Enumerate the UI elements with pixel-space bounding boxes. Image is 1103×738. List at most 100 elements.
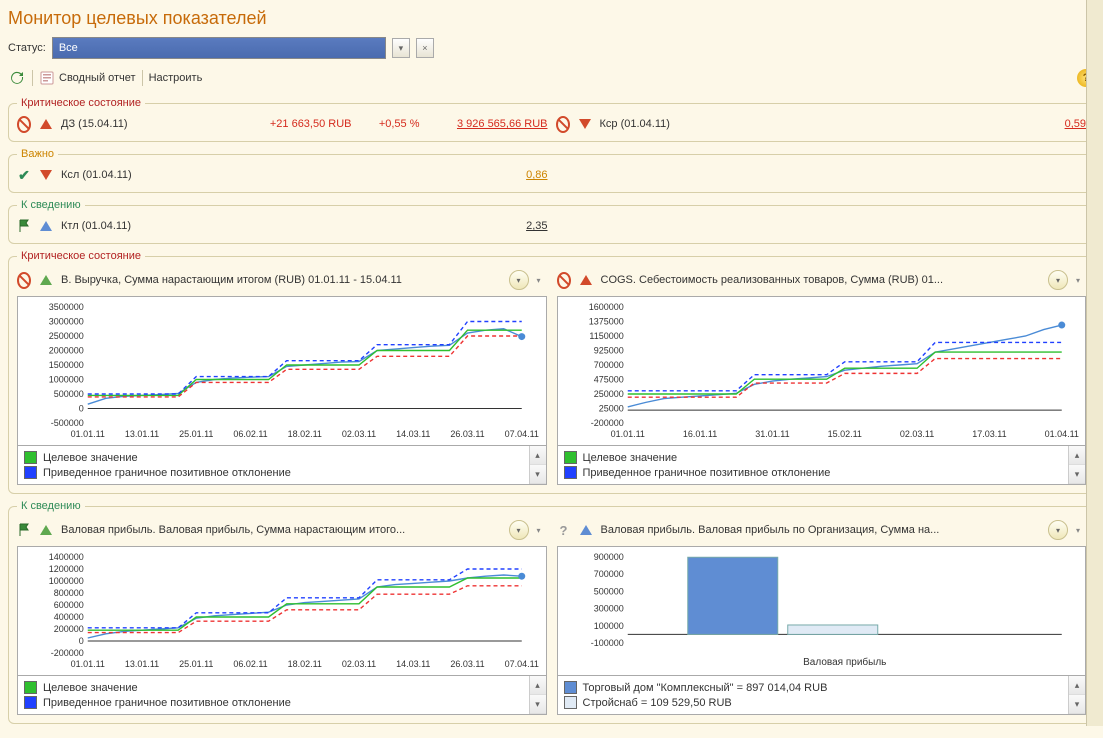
chart-area: -200000020000040000060000080000010000001… [17, 546, 547, 676]
flag-icon [17, 219, 31, 233]
legend-swatch [564, 696, 577, 709]
legend-label: Приведенное граничное позитивное отклоне… [43, 697, 291, 709]
triangle-up-red-icon [39, 117, 53, 131]
svg-text:800000: 800000 [54, 588, 84, 598]
chart-title: COGS. Себестоимость реализованных товаро… [601, 274, 944, 286]
svg-text:01.01.11: 01.01.11 [610, 429, 644, 439]
stop-icon [556, 117, 570, 131]
triangle-up-blue-icon [579, 523, 593, 537]
svg-text:400000: 400000 [54, 612, 84, 622]
status-select[interactable]: Все [52, 37, 386, 59]
question-icon: ? [557, 523, 571, 537]
legend-scroll-up[interactable]: ▴ [530, 446, 546, 465]
legend-scroll-down[interactable]: ▾ [530, 465, 546, 484]
legend-swatch [564, 681, 577, 694]
legend-swatch [564, 451, 577, 464]
svg-text:1200000: 1200000 [49, 564, 84, 574]
svg-text:500000: 500000 [54, 389, 84, 399]
legend-scroll-up[interactable]: ▴ [1069, 446, 1085, 465]
stop-icon [17, 273, 31, 287]
triangle-down-red-icon [578, 117, 592, 131]
chart-menu-button[interactable]: ▾ [1048, 270, 1068, 290]
svg-text:250000: 250000 [593, 389, 623, 399]
status-clear-button[interactable]: × [416, 38, 434, 58]
legend-scroll-down[interactable]: ▾ [1069, 465, 1085, 484]
svg-text:02.03.11: 02.03.11 [899, 429, 933, 439]
svg-text:25.01.11: 25.01.11 [179, 659, 213, 669]
amount-link[interactable]: 0,86 [526, 169, 547, 181]
svg-text:300000: 300000 [593, 604, 623, 614]
svg-text:31.01.11: 31.01.11 [755, 429, 789, 439]
svg-text:1375000: 1375000 [588, 317, 623, 327]
svg-text:18.02.11: 18.02.11 [288, 429, 322, 439]
svg-text:25000: 25000 [598, 404, 623, 414]
chart-menu-toggle[interactable]: ▾ [537, 526, 547, 535]
amount-link[interactable]: 0,59 [1065, 118, 1086, 130]
legend-swatch [24, 466, 37, 479]
configure-link[interactable]: Настроить [149, 72, 203, 84]
check-icon: ✔ [17, 168, 31, 182]
svg-text:06.02.11: 06.02.11 [233, 429, 267, 439]
svg-text:Валовая прибыль: Валовая прибыль [803, 656, 886, 668]
report-icon [39, 70, 55, 86]
svg-text:01.01.11: 01.01.11 [71, 659, 105, 669]
stop-icon [557, 273, 571, 287]
legend-label: Торговый дом "Комплексный" = 897 014,04 … [583, 682, 828, 694]
legend-swatch [24, 696, 37, 709]
svg-text:3000000: 3000000 [49, 317, 84, 327]
svg-text:900000: 900000 [593, 552, 623, 562]
amount-link[interactable]: 2,35 [526, 220, 547, 232]
legend-scroll-down[interactable]: ▾ [1069, 695, 1085, 714]
page-title: Монитор целевых показателей [8, 8, 1095, 29]
indicator-label: Кср (01.04.11) [600, 118, 670, 130]
legend-swatch [24, 451, 37, 464]
svg-text:2500000: 2500000 [49, 331, 84, 341]
legend-scroll-up[interactable]: ▴ [1069, 676, 1085, 695]
chart-panel: COGS. Себестоимость реализованных товаро… [557, 268, 1087, 485]
svg-text:-200000: -200000 [51, 648, 84, 658]
indicator-label: Ктл (01.04.11) [61, 220, 131, 232]
svg-text:15.02.11: 15.02.11 [827, 429, 861, 439]
triangle-up-blue-icon [39, 219, 53, 233]
svg-text:18.02.11: 18.02.11 [288, 659, 322, 669]
svg-text:02.03.11: 02.03.11 [342, 429, 376, 439]
svg-text:16.01.11: 16.01.11 [682, 429, 716, 439]
refresh-icon[interactable] [8, 69, 26, 87]
svg-text:1150000: 1150000 [589, 331, 623, 341]
status-dropdown-button[interactable]: ▾ [392, 38, 410, 58]
svg-text:100000: 100000 [593, 621, 623, 631]
chart-menu-toggle[interactable]: ▾ [537, 276, 547, 285]
summary-report-link[interactable]: Сводный отчет [39, 70, 136, 86]
indicator-label: ДЗ (15.04.11) [61, 118, 127, 130]
legend-scroll-up[interactable]: ▴ [530, 676, 546, 695]
svg-text:475000: 475000 [593, 375, 623, 385]
svg-text:26.03.11: 26.03.11 [450, 429, 484, 439]
chart-menu-button[interactable]: ▾ [509, 520, 529, 540]
legend-label: Приведенное граничное позитивное отклоне… [583, 467, 831, 479]
svg-text:06.02.11: 06.02.11 [233, 659, 267, 669]
svg-text:13.01.11: 13.01.11 [125, 429, 159, 439]
triangle-up-green-icon [39, 273, 53, 287]
legend-swatch [564, 466, 577, 479]
chart-menu-toggle[interactable]: ▾ [1076, 526, 1086, 535]
pct-value: +0,55 % [360, 118, 420, 130]
chart-title: Валовая прибыль. Валовая прибыль по Орга… [601, 524, 940, 536]
page-scrollbar[interactable] [1086, 0, 1103, 726]
chart-menu-button[interactable]: ▾ [1048, 520, 1068, 540]
amount-link[interactable]: 3 926 565,66 RUB [428, 118, 548, 130]
group-legend-critical-charts: Критическое состояние [17, 250, 145, 262]
legend-scroll-down[interactable]: ▾ [530, 695, 546, 714]
legend-label: Целевое значение [43, 452, 138, 464]
chart-menu-button[interactable]: ▾ [509, 270, 529, 290]
svg-text:-100000: -100000 [590, 638, 623, 648]
chart-title: Валовая прибыль. Валовая прибыль, Сумма … [61, 524, 405, 536]
svg-text:200000: 200000 [54, 624, 84, 634]
chart-menu-toggle[interactable]: ▾ [1076, 276, 1086, 285]
chart-area: -500000050000010000001500000200000025000… [17, 296, 547, 446]
stop-icon [17, 117, 31, 131]
svg-text:13.01.11: 13.01.11 [125, 659, 159, 669]
svg-text:17.03.11: 17.03.11 [972, 429, 1006, 439]
flag-icon [17, 523, 31, 537]
svg-text:2000000: 2000000 [49, 346, 84, 356]
chart-area: -100000100000300000500000700000900000Вал… [557, 546, 1087, 676]
